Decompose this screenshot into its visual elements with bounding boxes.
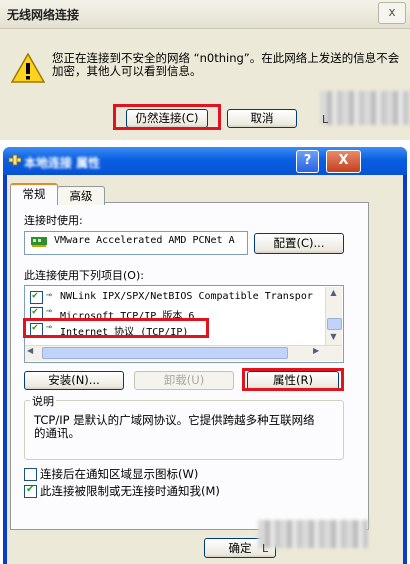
- component-label: NWLink IPX/SPX/NetBIOS Compatible Transp…: [60, 291, 313, 302]
- window-title: 本地连接 属性: [24, 156, 101, 170]
- dialog-title: 无线网络连接: [7, 8, 80, 22]
- scroll-left-icon[interactable]: ◀: [27, 346, 33, 355]
- show-icon-checkbox[interactable]: [24, 468, 37, 481]
- obscured-text: L: [322, 113, 329, 126]
- notify-limited-option[interactable]: 此连接被限制或无连接时通知我(M): [24, 483, 284, 498]
- adapter-name: VMware Accelerated AMD PCNet A: [54, 235, 235, 246]
- scroll-up-icon[interactable]: ▲: [326, 288, 341, 300]
- close-button[interactable]: x: [378, 2, 406, 24]
- show-icon-option[interactable]: 连接后在通知区域显示图标(W): [24, 466, 284, 481]
- tab-advanced[interactable]: 高级: [57, 186, 105, 205]
- tab-general[interactable]: 常规: [10, 183, 58, 205]
- obscured-region: [258, 520, 368, 548]
- window-close-button[interactable]: X: [326, 150, 361, 173]
- install-button[interactable]: 安装(N)...: [24, 371, 124, 390]
- list-item[interactable]: ⊸ NWLink IPX/SPX/NetBIOS Compatible Tran…: [30, 290, 330, 305]
- scroll-thumb[interactable]: [42, 347, 288, 359]
- show-icon-label: 连接后在通知区域显示图标(W): [40, 467, 199, 481]
- connection-icon: [8, 154, 22, 166]
- cancel-button[interactable]: 取消: [227, 109, 297, 128]
- help-button[interactable]: ?: [296, 150, 319, 173]
- connect-using-label: 连接时使用:: [24, 214, 83, 227]
- description-text-continued: 的通讯。: [34, 426, 80, 440]
- highlight-box: [23, 318, 209, 338]
- description-legend: 说明: [30, 393, 56, 409]
- network-component-icon: ⊸: [46, 290, 53, 301]
- obscured-text: L: [262, 542, 269, 555]
- warning-icon: [10, 52, 46, 83]
- scroll-down-icon[interactable]: ▼: [326, 332, 341, 344]
- network-adapter-icon: [31, 237, 47, 247]
- uninstall-button: 卸载(U): [134, 371, 234, 390]
- scroll-right-icon[interactable]: ▶: [313, 346, 319, 355]
- components-label: 此连接使用下列项目(O):: [24, 269, 144, 282]
- network-component-icon: ⊸: [46, 306, 53, 317]
- highlight-box: [242, 368, 344, 391]
- configure-button[interactable]: 配置(C)...: [254, 233, 344, 254]
- notify-limited-label: 此连接被限制或无连接时通知我(M): [40, 484, 220, 498]
- scroll-thumb[interactable]: [327, 318, 342, 330]
- notify-limited-checkbox[interactable]: [24, 484, 37, 498]
- warning-message-continued: 加密，其他人可以看到信息。: [52, 64, 202, 78]
- obscured-region: [320, 91, 410, 125]
- component-checkbox[interactable]: [30, 290, 43, 304]
- highlight-box: [113, 104, 221, 130]
